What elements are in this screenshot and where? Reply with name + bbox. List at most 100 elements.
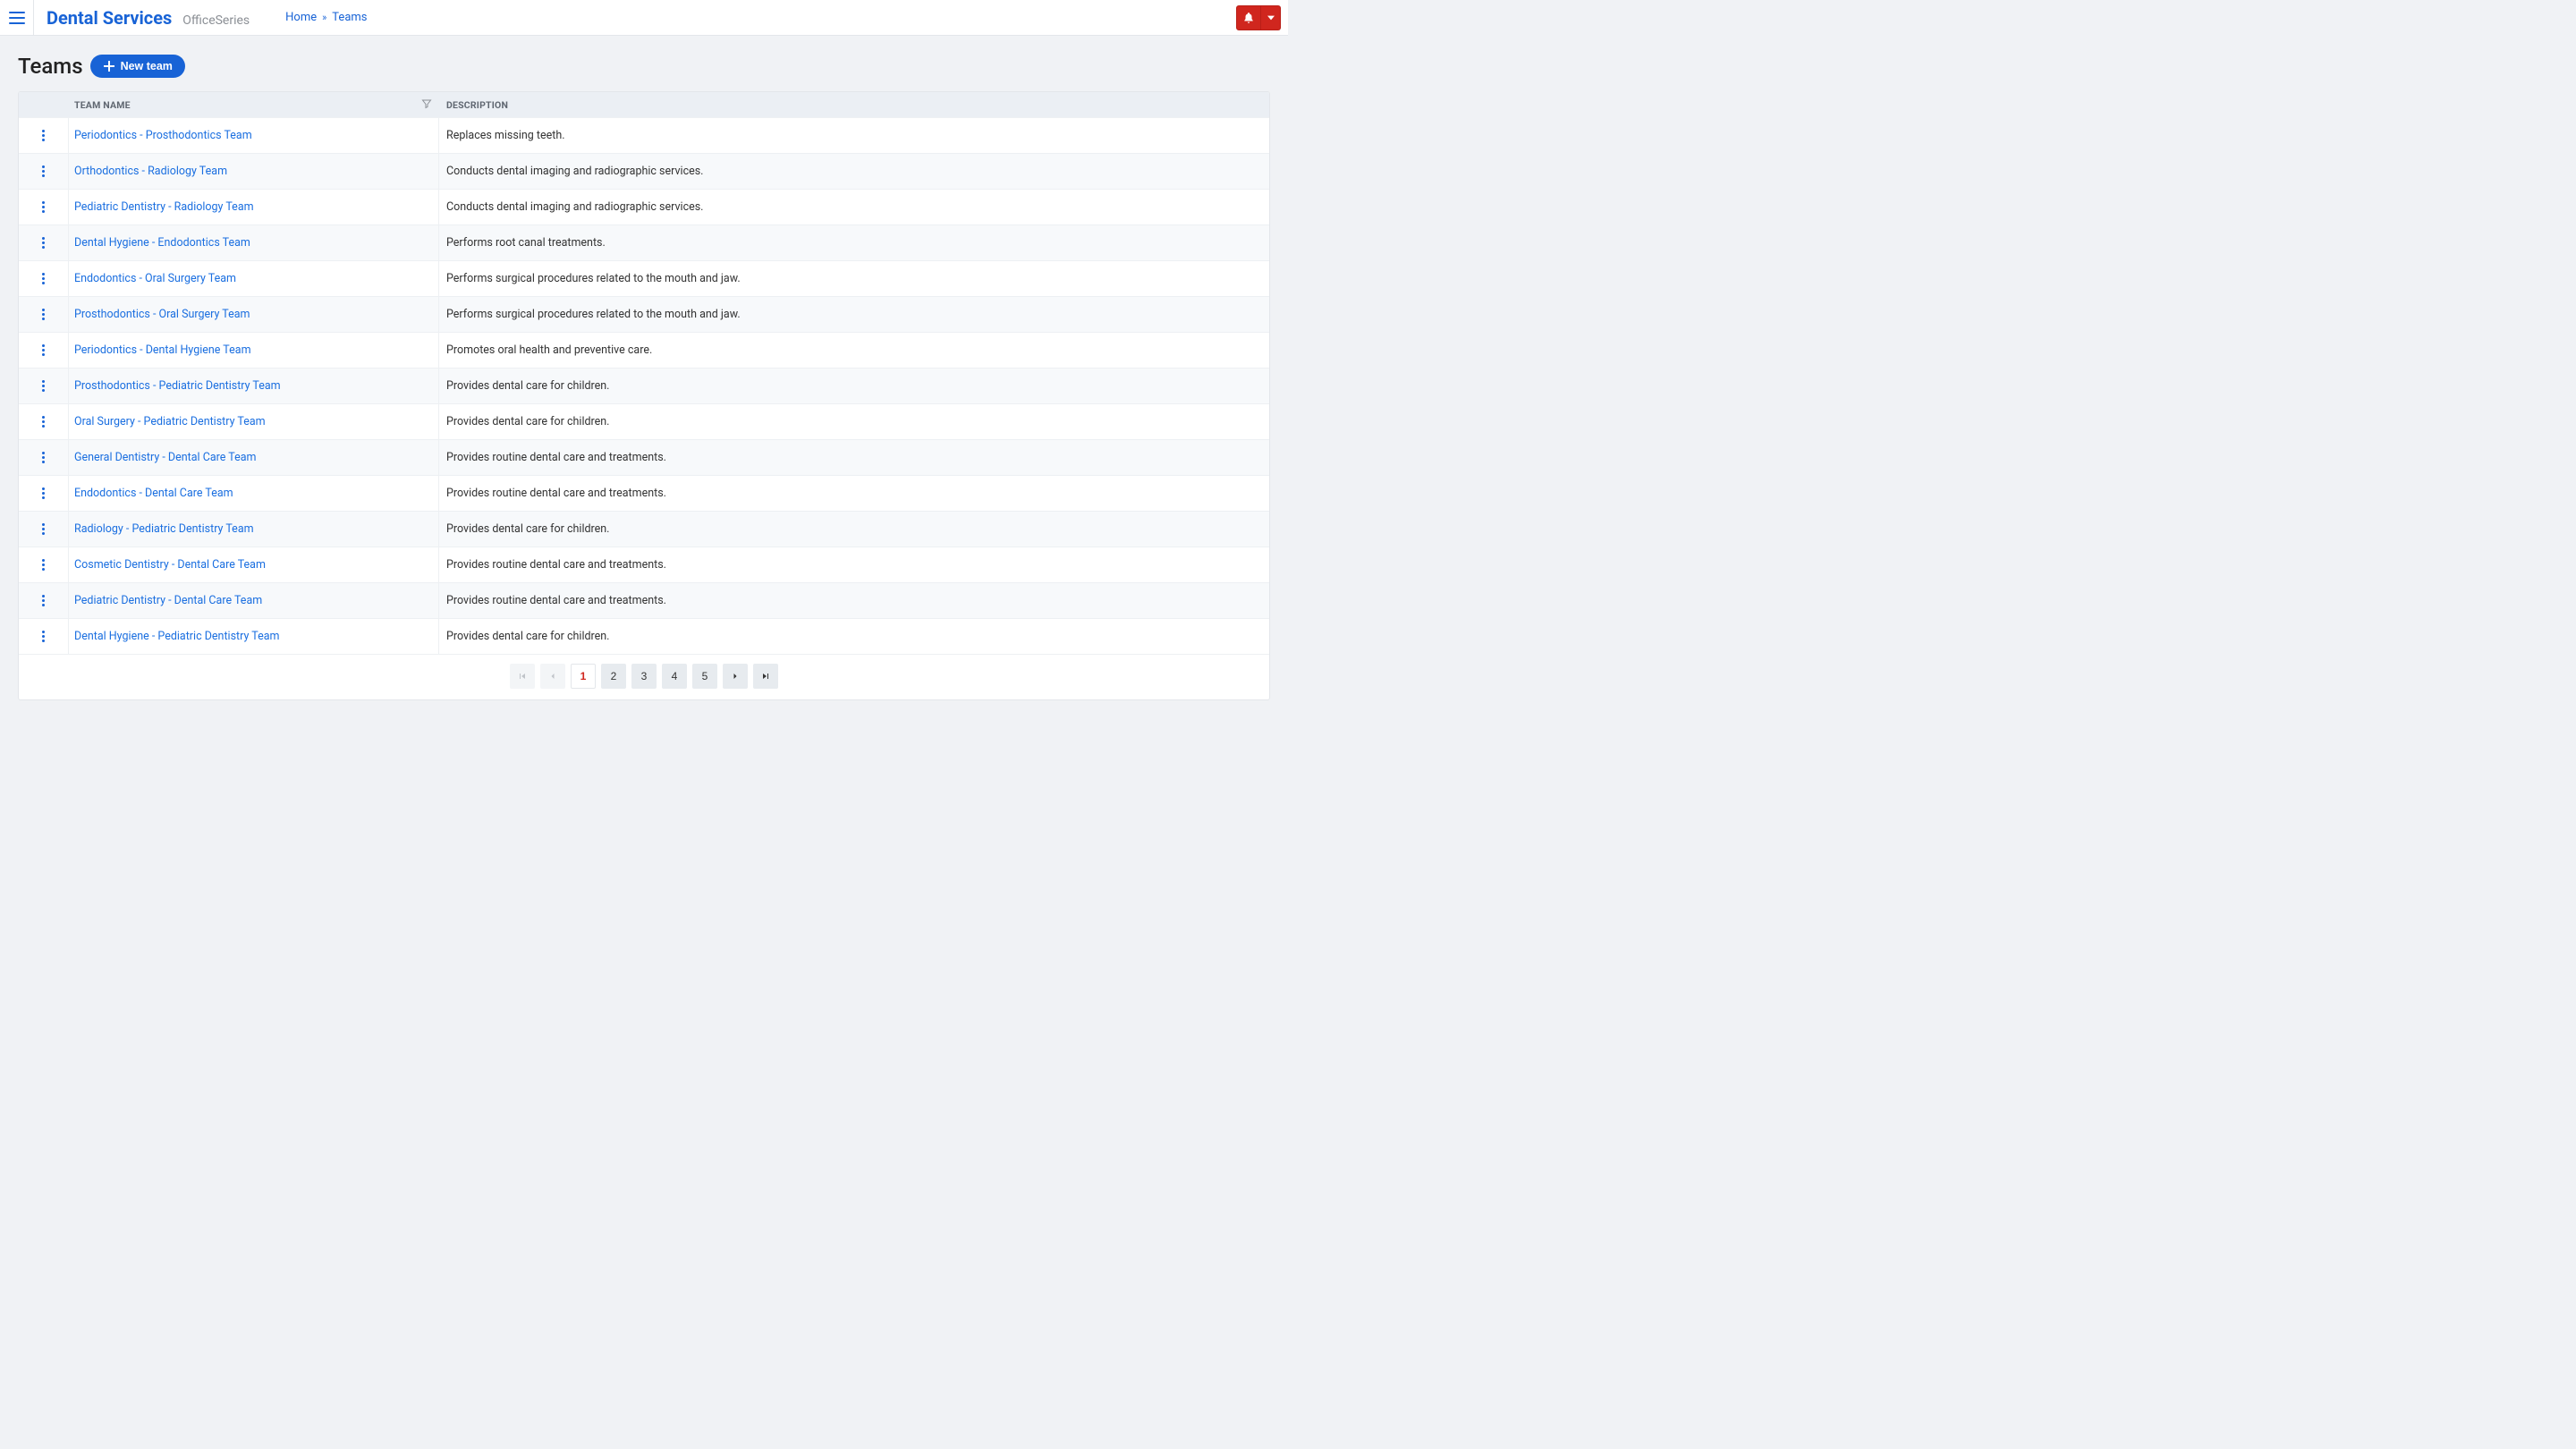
row-menu-button[interactable]	[37, 554, 50, 576]
grid-body: Periodontics - Prosthodontics Team Replac…	[19, 117, 1269, 654]
row-menu-button[interactable]	[37, 267, 50, 290]
row-menu-button[interactable]	[37, 625, 50, 648]
row-description-cell: Provides dental care for children.	[439, 522, 1269, 536]
row-description-cell: Provides routine dental care and treatme…	[439, 451, 1269, 464]
team-link[interactable]: Pediatric Dentistry - Dental Care Team	[74, 594, 262, 607]
brand-subtitle: OfficeSeries	[182, 13, 250, 28]
row-name-cell: Radiology - Pediatric Dentistry Team	[69, 512, 439, 547]
menu-toggle-wrap	[0, 0, 34, 36]
row-name-cell: General Dentistry - Dental Care Team	[69, 440, 439, 475]
bell-icon	[1242, 12, 1255, 24]
row-description-cell: Provides dental care for children.	[439, 415, 1269, 428]
row-name-cell: Endodontics - Oral Surgery Team	[69, 261, 439, 296]
breadcrumb-home[interactable]: Home	[285, 11, 317, 24]
team-link[interactable]: General Dentistry - Dental Care Team	[74, 451, 256, 464]
table-row: General Dentistry - Dental Care Team Prov…	[19, 439, 1269, 475]
breadcrumb: Home » Teams	[285, 11, 367, 24]
notifications-dropdown-button[interactable]	[1261, 5, 1281, 30]
row-name-cell: Prosthodontics - Pediatric Dentistry Tea…	[69, 369, 439, 403]
row-menu-button[interactable]	[37, 160, 50, 182]
table-row: Oral Surgery - Pediatric Dentistry Team P…	[19, 403, 1269, 439]
new-team-button[interactable]: New team	[90, 55, 185, 78]
row-name-cell: Cosmetic Dentistry - Dental Care Team	[69, 547, 439, 582]
team-link[interactable]: Radiology - Pediatric Dentistry Team	[74, 522, 254, 536]
table-row: Pediatric Dentistry - Radiology Team Cond…	[19, 189, 1269, 225]
team-link[interactable]: Orthodontics - Radiology Team	[74, 165, 227, 178]
table-row: Dental Hygiene - Endodontics Team Perform…	[19, 225, 1269, 260]
row-name-cell: Pediatric Dentistry - Radiology Team	[69, 190, 439, 225]
column-description-header[interactable]: DESCRIPTION	[439, 99, 1269, 111]
hamburger-icon[interactable]	[9, 12, 25, 24]
team-link[interactable]: Prosthodontics - Pediatric Dentistry Tea…	[74, 379, 281, 393]
row-description-cell: Conducts dental imaging and radiographic…	[439, 200, 1269, 214]
row-description-cell: Replaces missing teeth.	[439, 129, 1269, 142]
row-actions	[19, 369, 69, 403]
team-link[interactable]: Prosthodontics - Oral Surgery Team	[74, 308, 250, 321]
page-number-5[interactable]: 5	[692, 664, 717, 689]
row-menu-button[interactable]	[37, 589, 50, 612]
row-menu-button[interactable]	[37, 411, 50, 433]
topbar: Dental Services OfficeSeries Home » Team…	[0, 0, 1288, 36]
last-page-icon	[760, 671, 771, 682]
row-menu-button[interactable]	[37, 232, 50, 254]
brand-title[interactable]: Dental Services	[47, 7, 172, 29]
page-number-2[interactable]: 2	[601, 664, 626, 689]
page-last-button[interactable]	[753, 664, 778, 689]
team-link[interactable]: Endodontics - Dental Care Team	[74, 487, 233, 500]
team-link[interactable]: Dental Hygiene - Pediatric Dentistry Tea…	[74, 630, 280, 643]
filter-icon[interactable]	[421, 98, 432, 112]
row-description-cell: Performs root canal treatments.	[439, 236, 1269, 250]
row-name-cell: Oral Surgery - Pediatric Dentistry Team	[69, 404, 439, 439]
team-link[interactable]: Periodontics - Prosthodontics Team	[74, 129, 252, 142]
row-menu-button[interactable]	[37, 375, 50, 397]
row-menu-button[interactable]	[37, 446, 50, 469]
team-link[interactable]: Pediatric Dentistry - Radiology Team	[74, 200, 254, 214]
row-menu-button[interactable]	[37, 339, 50, 361]
row-menu-button[interactable]	[37, 124, 50, 147]
team-link[interactable]: Cosmetic Dentistry - Dental Care Team	[74, 558, 266, 572]
table-row: Prosthodontics - Pediatric Dentistry Tea…	[19, 368, 1269, 403]
first-page-icon	[517, 671, 528, 682]
chevron-left-icon	[547, 671, 558, 682]
brand: Dental Services OfficeSeries	[34, 7, 250, 29]
row-name-cell: Orthodontics - Radiology Team	[69, 154, 439, 189]
page-first-button	[510, 664, 535, 689]
row-description-cell: Provides dental care for children.	[439, 630, 1269, 643]
page-number-3[interactable]: 3	[631, 664, 657, 689]
row-actions	[19, 118, 69, 153]
team-link[interactable]: Periodontics - Dental Hygiene Team	[74, 343, 251, 357]
caret-down-icon	[1267, 14, 1275, 21]
row-name-cell: Dental Hygiene - Pediatric Dentistry Tea…	[69, 619, 439, 654]
team-link[interactable]: Dental Hygiene - Endodontics Team	[74, 236, 250, 250]
team-link[interactable]: Oral Surgery - Pediatric Dentistry Team	[74, 415, 266, 428]
breadcrumb-current[interactable]: Teams	[332, 11, 367, 24]
row-description-cell: Provides routine dental care and treatme…	[439, 487, 1269, 500]
row-menu-button[interactable]	[37, 518, 50, 540]
page-body: Teams New team TEAM NAME DESCRIPTION Per…	[0, 36, 1288, 718]
row-description-cell: Provides routine dental care and treatme…	[439, 558, 1269, 572]
pagination: 12345	[19, 654, 1269, 699]
notifications-button[interactable]	[1236, 5, 1261, 30]
alert-button-group	[1236, 5, 1281, 30]
row-description-cell: Performs surgical procedures related to …	[439, 308, 1269, 321]
column-description-label: DESCRIPTION	[446, 99, 508, 111]
row-name-cell: Prosthodontics - Oral Surgery Team	[69, 297, 439, 332]
page-number-1[interactable]: 1	[571, 664, 596, 689]
new-team-label: New team	[121, 60, 173, 72]
row-actions	[19, 619, 69, 654]
row-name-cell: Endodontics - Dental Care Team	[69, 476, 439, 511]
page-number-4[interactable]: 4	[662, 664, 687, 689]
team-link[interactable]: Endodontics - Oral Surgery Team	[74, 272, 236, 285]
table-row: Periodontics - Prosthodontics Team Replac…	[19, 117, 1269, 153]
table-row: Orthodontics - Radiology TeamConducts de…	[19, 153, 1269, 189]
row-actions	[19, 154, 69, 189]
column-name-header[interactable]: TEAM NAME	[69, 98, 439, 112]
plus-icon	[103, 60, 115, 72]
row-menu-button[interactable]	[37, 303, 50, 326]
breadcrumb-separator: »	[322, 12, 326, 23]
page-next-button[interactable]	[723, 664, 748, 689]
row-actions	[19, 225, 69, 260]
row-description-cell: Provides dental care for children.	[439, 379, 1269, 393]
row-menu-button[interactable]	[37, 196, 50, 218]
row-menu-button[interactable]	[37, 482, 50, 504]
